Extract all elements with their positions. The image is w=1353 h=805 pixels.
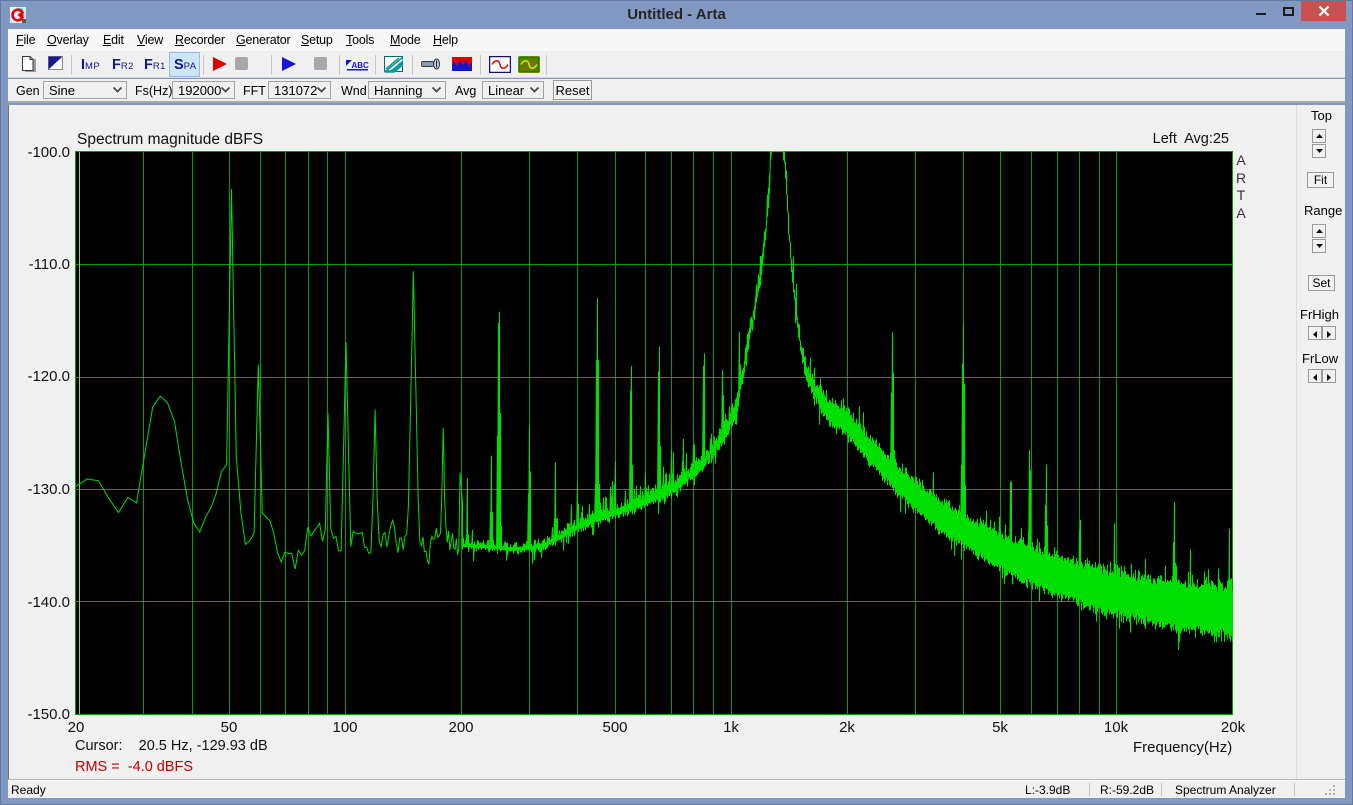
svg-text:ABC: ABC (352, 61, 370, 70)
